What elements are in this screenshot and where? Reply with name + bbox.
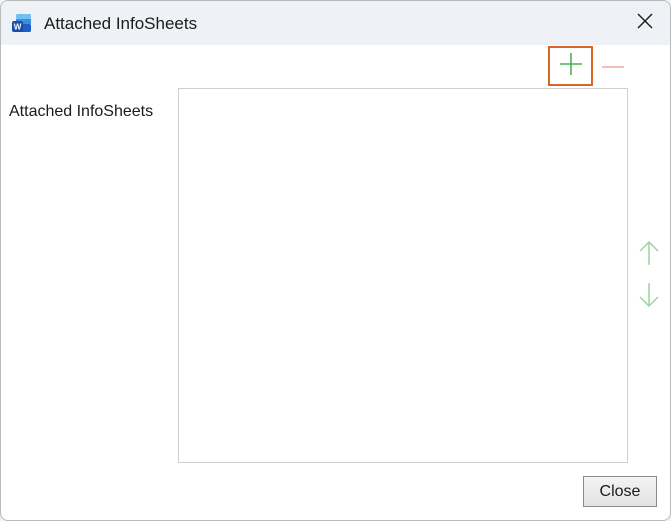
move-down-button[interactable] <box>637 281 661 313</box>
title-bar: W Attached InfoSheets <box>1 1 670 45</box>
attached-infosheets-label: Attached InfoSheets <box>9 103 154 120</box>
move-up-button[interactable] <box>637 239 661 271</box>
window-title: Attached InfoSheets <box>44 14 198 33</box>
infosheets-list[interactable] <box>178 88 628 463</box>
arrow-up-icon <box>638 240 660 271</box>
arrow-down-icon <box>638 282 660 313</box>
close-icon <box>636 12 654 35</box>
add-infosheet-button[interactable] <box>548 46 593 86</box>
svg-text:W: W <box>14 23 22 32</box>
close-window-button[interactable] <box>625 5 665 41</box>
word-icon: W <box>12 13 33 34</box>
plus-icon <box>559 52 583 81</box>
close-button[interactable]: Close <box>583 476 657 507</box>
minus-icon <box>601 53 625 82</box>
attached-infosheets-dialog: W Attached InfoSheets Attached InfoSheet… <box>0 0 671 521</box>
remove-infosheet-button[interactable] <box>599 53 627 81</box>
